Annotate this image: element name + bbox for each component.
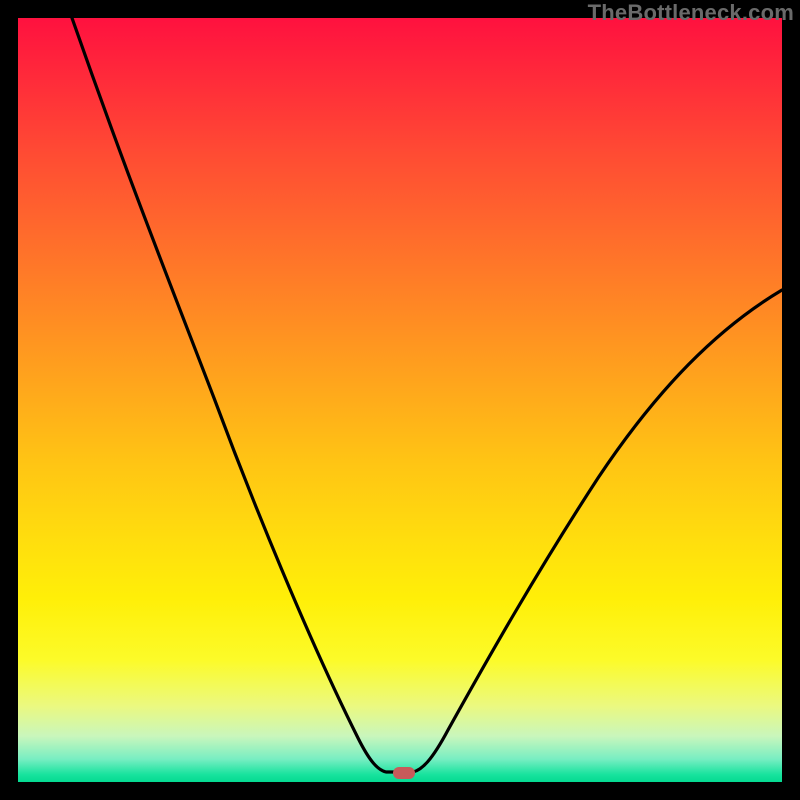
plot-area: [18, 18, 782, 782]
bottleneck-curve: [18, 18, 782, 782]
watermark-text: TheBottleneck.com: [588, 0, 794, 26]
optimal-marker: [393, 767, 415, 779]
chart-frame: TheBottleneck.com: [0, 0, 800, 800]
